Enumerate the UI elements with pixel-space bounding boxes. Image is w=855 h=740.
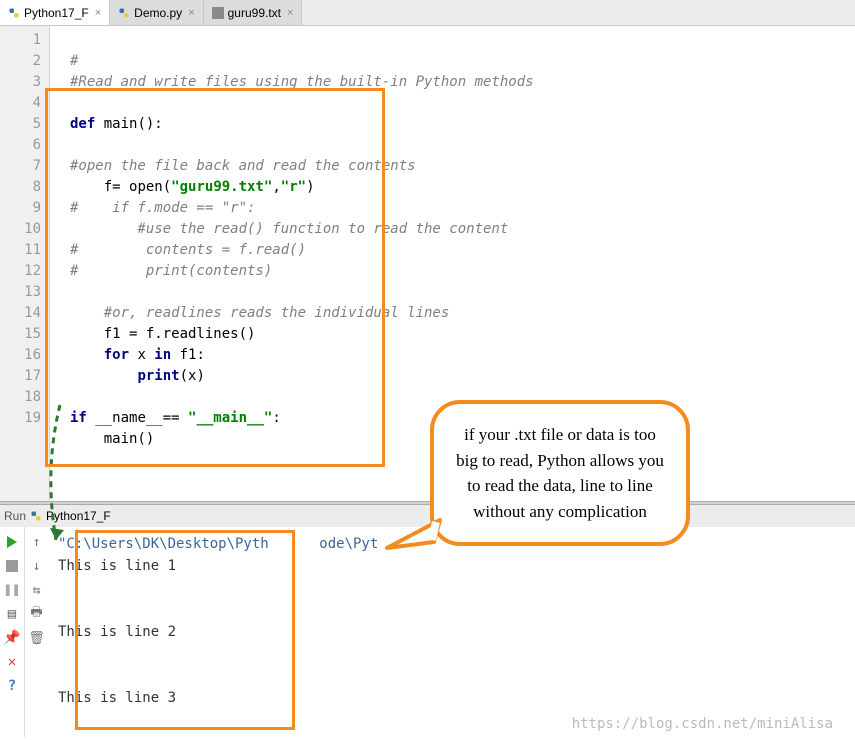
pin-button[interactable]: 📌 [3, 629, 21, 647]
callout-tail-icon [382, 500, 442, 560]
close-icon[interactable]: × [287, 7, 293, 19]
line-number: 4 [0, 93, 41, 114]
run-label: Run [4, 509, 26, 523]
line-number: 14 [0, 303, 41, 324]
code-text: ( [163, 179, 171, 195]
run-toolbar-left: ❚❚ ▤ 📌 ✕ ? [0, 527, 24, 737]
line-number: 10 [0, 219, 41, 240]
layout-button[interactable]: ▤ [3, 605, 21, 623]
pause-button[interactable]: ❚❚ [3, 581, 21, 599]
line-number: 18 [0, 387, 41, 408]
python-icon [30, 510, 42, 522]
close-icon[interactable]: × [188, 7, 194, 19]
run-button[interactable] [3, 533, 21, 551]
code-line: #open the file back and read the content… [70, 158, 416, 174]
code-text: : [272, 410, 280, 426]
line-number: 17 [0, 366, 41, 387]
code-text [70, 368, 137, 384]
code-text: (): [137, 116, 162, 132]
code-text: f= [70, 179, 129, 195]
code-line: # [70, 53, 78, 69]
code-line: #Read and write files using the built-in… [70, 74, 534, 90]
code-text: x [137, 347, 154, 363]
tab-label: Python17_F [24, 6, 89, 20]
annotation-arrow [42, 400, 72, 560]
stop-button[interactable] [3, 557, 21, 575]
callout-text: if your .txt file or data is too big to … [430, 400, 690, 546]
code-line: #or, readlines reads the individual line… [70, 305, 449, 321]
code-string: "r" [281, 179, 306, 195]
line-number: 2 [0, 51, 41, 72]
code-keyword: for [104, 347, 138, 363]
code-string: "__main__" [188, 410, 272, 426]
wrap-icon[interactable]: ⇆ [28, 581, 46, 599]
line-number: 19 [0, 408, 41, 429]
annotation-callout: if your .txt file or data is too big to … [430, 400, 690, 546]
code-builtin: print [137, 368, 179, 384]
code-text: ) [306, 179, 314, 195]
code-editor[interactable]: 1 2 3 4 5 6 7 8 9 10 11 12 13 14 15 16 1… [0, 26, 855, 501]
tab-bar: Python17_F × Demo.py × guru99.txt × [0, 0, 855, 26]
code-keyword: def [70, 116, 104, 132]
text-file-icon [212, 7, 224, 19]
console-line: This is line 3 [58, 690, 176, 706]
line-number: 12 [0, 261, 41, 282]
help-button[interactable]: ? [3, 677, 21, 695]
python-icon [8, 7, 20, 19]
code-text: (x) [180, 368, 205, 384]
tab-demo[interactable]: Demo.py × [110, 0, 203, 25]
line-number: 5 [0, 114, 41, 135]
code-keyword: in [154, 347, 179, 363]
code-fn: main [104, 116, 138, 132]
tab-label: Demo.py [134, 6, 182, 20]
close-button[interactable]: ✕ [3, 653, 21, 671]
code-line: #use the read() function to read the con… [70, 221, 508, 237]
code-string: "guru99.txt" [171, 179, 272, 195]
print-icon[interactable]: 🖶 [28, 605, 46, 623]
console-output[interactable]: "C:\Users\DK\Desktop\Pyth ode\Pyt This i… [48, 527, 855, 737]
code-line: # print(contents) [70, 263, 272, 279]
line-number: 11 [0, 240, 41, 261]
code-line: f1 = f.readlines() [70, 326, 255, 342]
tab-python17[interactable]: Python17_F × [0, 0, 110, 25]
code-text [70, 347, 104, 363]
code-line: # if f.mode == "r": [70, 200, 255, 216]
line-number: 6 [0, 135, 41, 156]
code-line: main() [70, 431, 154, 447]
code-text: , [272, 179, 280, 195]
line-number: 16 [0, 345, 41, 366]
line-number: 9 [0, 198, 41, 219]
line-number: 15 [0, 324, 41, 345]
code-builtin: open [129, 179, 163, 195]
code-text: f1: [180, 347, 205, 363]
line-number: 8 [0, 177, 41, 198]
console-path: "C:\Users\DK\Desktop\Pyth ode\Pyt [58, 536, 378, 552]
watermark-text: https://blog.csdn.net/miniAlisa [572, 716, 833, 732]
line-number: 13 [0, 282, 41, 303]
line-number: 3 [0, 72, 41, 93]
line-number: 7 [0, 156, 41, 177]
close-icon[interactable]: × [95, 7, 101, 19]
tab-guru99[interactable]: guru99.txt × [204, 0, 303, 25]
code-text: __name__== [95, 410, 188, 426]
line-number: 1 [0, 30, 41, 51]
trash-icon[interactable]: 🗑 [28, 629, 46, 647]
code-line: # contents = f.read() [70, 242, 306, 258]
python-icon [118, 7, 130, 19]
tab-label: guru99.txt [228, 6, 281, 20]
code-keyword: if [70, 410, 95, 426]
console-line: This is line 1 [58, 558, 176, 574]
console-line: This is line 2 [58, 624, 176, 640]
